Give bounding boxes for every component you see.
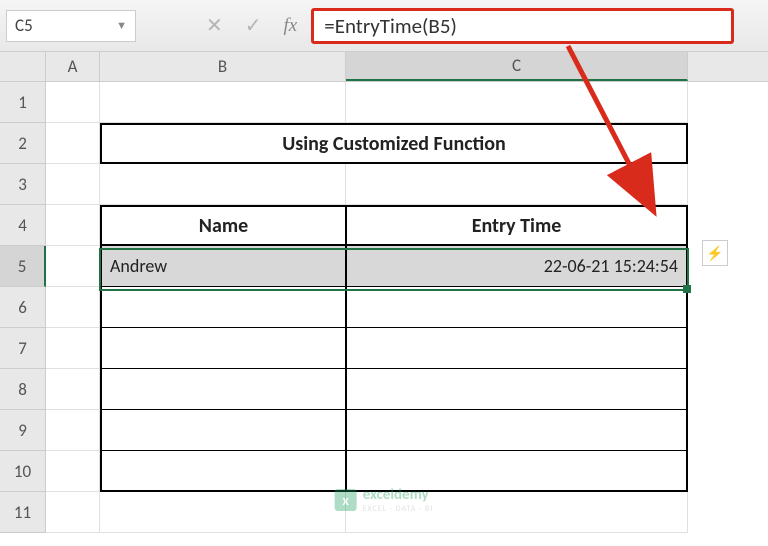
row-header-2[interactable]: 2 [0, 123, 46, 164]
cell-A4[interactable] [46, 205, 100, 246]
row-header-3[interactable]: 3 [0, 164, 46, 205]
cell-B9[interactable] [100, 410, 346, 451]
time-value: 22-06-21 15:24:54 [544, 255, 678, 277]
lightning-icon: ⚡ [706, 245, 723, 262]
row-5: 5 Andrew 22-06-21 15:24:54 [0, 246, 768, 287]
formula-input[interactable]: =EntryTime(B5) [311, 8, 734, 44]
row-header-8[interactable]: 8 [0, 369, 46, 410]
row-header-1[interactable]: 1 [0, 82, 46, 123]
row-4: 4 Name Entry Time [0, 205, 768, 246]
col-header-A[interactable]: A [46, 52, 100, 81]
cell-A3[interactable] [46, 164, 100, 205]
column-headers: A B C [0, 52, 768, 82]
watermark: x exceldemy EXCEL · DATA · BI [335, 486, 434, 514]
row-7: 7 [0, 328, 768, 369]
row-8: 8 [0, 369, 768, 410]
cell-A10[interactable] [46, 451, 100, 492]
cancel-icon[interactable]: ✕ [206, 13, 223, 38]
cell-B8[interactable] [100, 369, 346, 410]
row-header-7[interactable]: 7 [0, 328, 46, 369]
row-6: 6 [0, 287, 768, 328]
watermark-brand: exceldemy [363, 486, 429, 504]
cell-reference: C5 [15, 15, 33, 36]
row-header-10[interactable]: 10 [0, 451, 46, 492]
col-header-C[interactable]: C [346, 52, 688, 81]
cell-C9[interactable] [346, 410, 688, 451]
cell-B5[interactable]: Andrew [100, 246, 346, 287]
row-header-4[interactable]: 4 [0, 205, 46, 246]
cell-C5[interactable]: 22-06-21 15:24:54 [346, 246, 688, 287]
watermark-sub: EXCEL · DATA · BI [363, 504, 434, 514]
formula-bar-buttons: ✕ ✓ fx [136, 13, 311, 38]
row-header-9[interactable]: 9 [0, 410, 46, 451]
select-all-corner[interactable] [0, 52, 46, 81]
cell-C6[interactable] [346, 287, 688, 328]
row-header-5[interactable]: 5 [0, 246, 46, 287]
fx-icon[interactable]: fx [284, 15, 298, 37]
cell-A11[interactable] [46, 492, 100, 533]
cell-A8[interactable] [46, 369, 100, 410]
row-1: 1 [0, 82, 768, 123]
row-9: 9 [0, 410, 768, 451]
cell-A7[interactable] [46, 328, 100, 369]
formula-bar: C5 ▼ ✕ ✓ fx =EntryTime(B5) [0, 0, 768, 52]
name-box[interactable]: C5 ▼ [6, 10, 136, 42]
header-time-text: Entry Time [472, 214, 562, 238]
dropdown-icon[interactable]: ▼ [116, 19, 127, 32]
cell-B7[interactable] [100, 328, 346, 369]
cell-C8[interactable] [346, 369, 688, 410]
cell-C3[interactable] [346, 164, 688, 205]
cell-B3[interactable] [100, 164, 346, 205]
cell-A5[interactable] [46, 246, 100, 287]
header-name-text: Name [199, 214, 248, 238]
col-header-B[interactable]: B [100, 52, 346, 81]
row-header-11[interactable]: 11 [0, 492, 46, 533]
cell-A2[interactable] [46, 123, 100, 164]
row-2: 2 Using Customized Function [0, 123, 768, 164]
check-icon[interactable]: ✓ [245, 13, 262, 38]
header-name-cell[interactable]: Name [100, 205, 346, 246]
cell-B1[interactable] [100, 82, 346, 123]
title-text: Using Customized Function [282, 132, 506, 156]
row-3: 3 [0, 164, 768, 205]
cell-C1[interactable] [346, 82, 688, 123]
cell-A1[interactable] [46, 82, 100, 123]
cell-C7[interactable] [346, 328, 688, 369]
cell-B6[interactable] [100, 287, 346, 328]
row-header-6[interactable]: 6 [0, 287, 46, 328]
formula-text: =EntryTime(B5) [324, 13, 457, 39]
header-time-cell[interactable]: Entry Time [346, 205, 688, 246]
title-cell[interactable]: Using Customized Function [100, 123, 688, 164]
watermark-logo-icon: x [335, 489, 357, 511]
cell-A6[interactable] [46, 287, 100, 328]
cell-A9[interactable] [46, 410, 100, 451]
name-value: Andrew [110, 255, 167, 277]
cell-B10[interactable] [100, 451, 346, 492]
spreadsheet-grid: A B C 1 2 Using Customized Function 3 4 … [0, 52, 768, 533]
smart-tag-icon[interactable]: ⚡ [702, 240, 728, 266]
cell-B11[interactable] [100, 492, 346, 533]
